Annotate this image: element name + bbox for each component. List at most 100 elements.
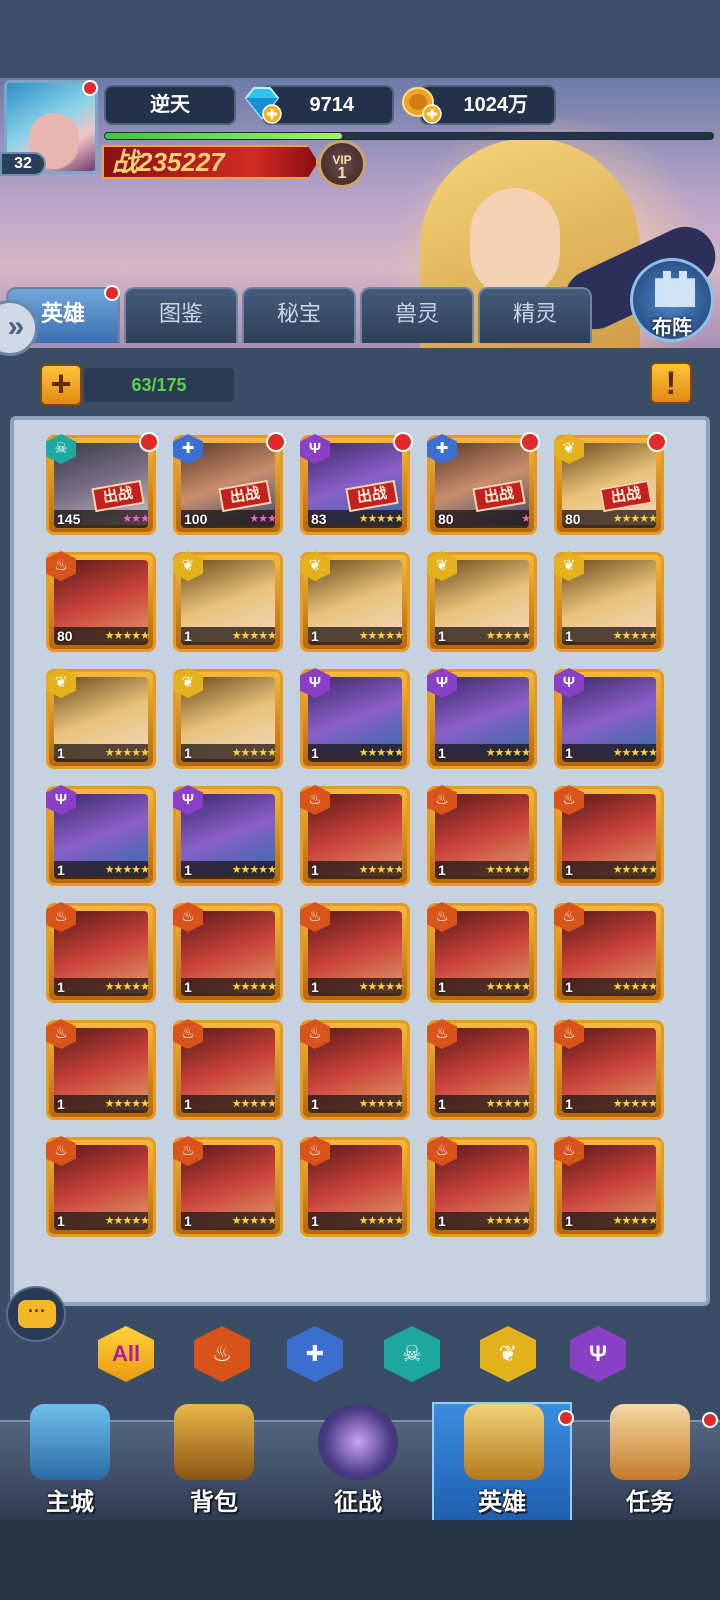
hero-card[interactable]: 1 ★★★★★ ♨ (427, 1136, 537, 1237)
filter-cross-icon[interactable]: ✚ (287, 1326, 343, 1382)
faction-filter-bar: All ♨ ✚ ☠ ❦ Ψ (0, 1320, 720, 1390)
filter-skull-icon[interactable]: ☠ (384, 1326, 440, 1382)
nav-label: 征战 (334, 1489, 382, 1516)
hero-stars: ★★★ (122, 513, 150, 525)
hero-card[interactable]: 83 ★★★★★ Ψ 出战 (300, 432, 413, 535)
formation-button[interactable]: 布阵 (630, 258, 714, 342)
nav-tasks[interactable]: 任务 (580, 1404, 720, 1520)
hero-level: 1 (311, 862, 319, 878)
tab-treasure[interactable]: 秘宝 (242, 287, 356, 343)
hero-card[interactable]: 80 ★★★★★ ❦ 出战 (554, 432, 667, 535)
nav-heroes[interactable]: 英雄 (432, 1402, 572, 1522)
hero-stars: ★★★★★ (485, 864, 531, 876)
hero-card[interactable]: 80 ★★★★★ ♨ (46, 551, 156, 652)
hero-level: 1 (57, 862, 65, 878)
hero-stars: ★★★★★ (358, 981, 404, 993)
hero-card[interactable]: 1 ★★★★★ ♨ (427, 785, 537, 886)
hero-stars: ★★★★★ (231, 981, 277, 993)
hero-level: 1 (438, 628, 446, 644)
scroll-icon (610, 1404, 690, 1480)
bottom-nav: 主城 背包 征战 英雄 任务 (0, 1402, 720, 1522)
hero-card[interactable]: 1 ★★★★★ ♨ (173, 902, 283, 1003)
hero-stars: ★★★★★ (358, 513, 404, 525)
chest-icon (174, 1404, 254, 1480)
hero-card[interactable]: 1 ★★★★★ ❦ (554, 551, 664, 652)
hero-stars: ★★★ (249, 513, 277, 525)
hero-card[interactable]: 1 ★★★★★ ♨ (300, 1136, 410, 1237)
hero-level: 1 (311, 628, 319, 644)
nav-backpack[interactable]: 背包 (144, 1404, 284, 1520)
expand-slots-button[interactable]: + (40, 364, 82, 406)
hero-level: 1 (184, 862, 192, 878)
hero-stars: ★★★★★ (612, 864, 658, 876)
castle-icon (30, 1404, 110, 1480)
hero-stars: ★★★★★ (358, 747, 404, 759)
hero-list-panel[interactable]: 145 ★★★ ☠ 出战 100 ★★★ ✚ 出战 83 ★★★★★ Ψ 出战 80 ★ ✚ 出战 80 ★★★★… (10, 416, 710, 1306)
filter-flame-icon[interactable]: ♨ (194, 1326, 250, 1382)
hero-card[interactable]: 1 ★★★★★ ❦ (46, 668, 156, 769)
hero-level: 83 (311, 511, 327, 527)
hero-stars: ★★★★★ (231, 747, 277, 759)
hero-stars: ★★★★★ (358, 1098, 404, 1110)
hero-card[interactable]: 1 ★★★★★ ♨ (173, 1019, 283, 1120)
filter-all[interactable]: All (98, 1326, 154, 1382)
hero-level: 1 (565, 628, 573, 644)
diamond-add-icon[interactable] (240, 82, 284, 126)
hero-card[interactable]: 1 ★★★★★ ❦ (427, 551, 537, 652)
hero-level: 1 (438, 979, 446, 995)
hero-card[interactable]: 1 ★★★★★ Ψ (46, 785, 156, 886)
hero-card[interactable]: 80 ★ ✚ 出战 (427, 432, 540, 535)
hero-card[interactable]: 145 ★★★ ☠ 出战 (46, 432, 159, 535)
hero-card[interactable]: 1 ★★★★★ ♨ (300, 785, 410, 886)
filter-trident-icon[interactable]: Ψ (570, 1326, 626, 1382)
gold-add-icon[interactable] (400, 82, 444, 126)
player-name: 逆天 (104, 85, 236, 125)
hero-card[interactable]: 1 ★★★★★ ♨ (554, 785, 664, 886)
hero-level: 1 (565, 862, 573, 878)
hero-stars: ★★★★★ (612, 1215, 658, 1227)
filter-wing-icon[interactable]: ❦ (480, 1326, 536, 1382)
hero-stars: ★★★★★ (231, 1215, 277, 1227)
nav-campaign[interactable]: 征战 (288, 1404, 428, 1520)
hero-card[interactable]: 1 ★★★★★ ♨ (427, 1019, 537, 1120)
hero-card[interactable]: 1 ★★★★★ Ψ (427, 668, 537, 769)
info-button[interactable]: ! (650, 362, 692, 404)
tab-sprite[interactable]: 精灵 (478, 287, 592, 343)
hero-stars: ★★★★★ (231, 864, 277, 876)
hero-stars: ★★★★★ (612, 513, 658, 525)
tab-beast-spirit[interactable]: 兽灵 (360, 287, 474, 343)
hero-card[interactable]: 1 ★★★★★ ❦ (173, 551, 283, 652)
hero-level: 1 (57, 1213, 65, 1229)
hero-card[interactable]: 1 ★★★★★ ♨ (554, 1019, 664, 1120)
system-nav-area (0, 1520, 720, 1600)
hero-card[interactable]: 1 ★★★★★ ♨ (46, 902, 156, 1003)
hero-tabs: 英雄 图鉴 秘宝 兽灵 精灵 (0, 285, 720, 345)
vip-badge[interactable]: VIP 1 (318, 140, 366, 188)
hero-card[interactable]: 100 ★★★ ✚ 出战 (173, 432, 286, 535)
nav-main-city[interactable]: 主城 (0, 1404, 140, 1520)
hero-card[interactable]: 1 ★★★★★ ♨ (300, 902, 410, 1003)
hero-card[interactable]: 1 ★★★★★ ♨ (173, 1136, 283, 1237)
hero-card[interactable]: 1 ★★★★★ ❦ (300, 551, 410, 652)
hero-card[interactable]: 1 ★★★★★ ♨ (300, 1019, 410, 1120)
hero-card[interactable]: 1 ★★★★★ ♨ (46, 1136, 156, 1237)
tab-codex[interactable]: 图鉴 (124, 287, 238, 343)
experience-fill (105, 133, 343, 139)
hero-level: 1 (438, 745, 446, 761)
hero-card[interactable]: 1 ★★★★★ Ψ (300, 668, 410, 769)
hero-card[interactable]: 1 ★★★★★ Ψ (554, 668, 664, 769)
hero-level: 1 (438, 862, 446, 878)
hero-level: 1 (565, 745, 573, 761)
notification-dot (266, 432, 286, 452)
hero-card[interactable]: 1 ★★★★★ ❦ (173, 668, 283, 769)
hero-card[interactable]: 1 ★★★★★ ♨ (554, 1136, 664, 1237)
hero-level: 1 (311, 1096, 319, 1112)
hero-card[interactable]: 1 ★★★★★ ♨ (46, 1019, 156, 1120)
hero-card[interactable]: 1 ★★★★★ ♨ (554, 902, 664, 1003)
notification-dot (520, 432, 540, 452)
hero-stars: ★★★★★ (358, 864, 404, 876)
hero-level: 1 (311, 979, 319, 995)
hero-card[interactable]: 1 ★★★★★ ♨ (427, 902, 537, 1003)
hero-card[interactable]: 1 ★★★★★ Ψ (173, 785, 283, 886)
hero-level: 1 (565, 979, 573, 995)
